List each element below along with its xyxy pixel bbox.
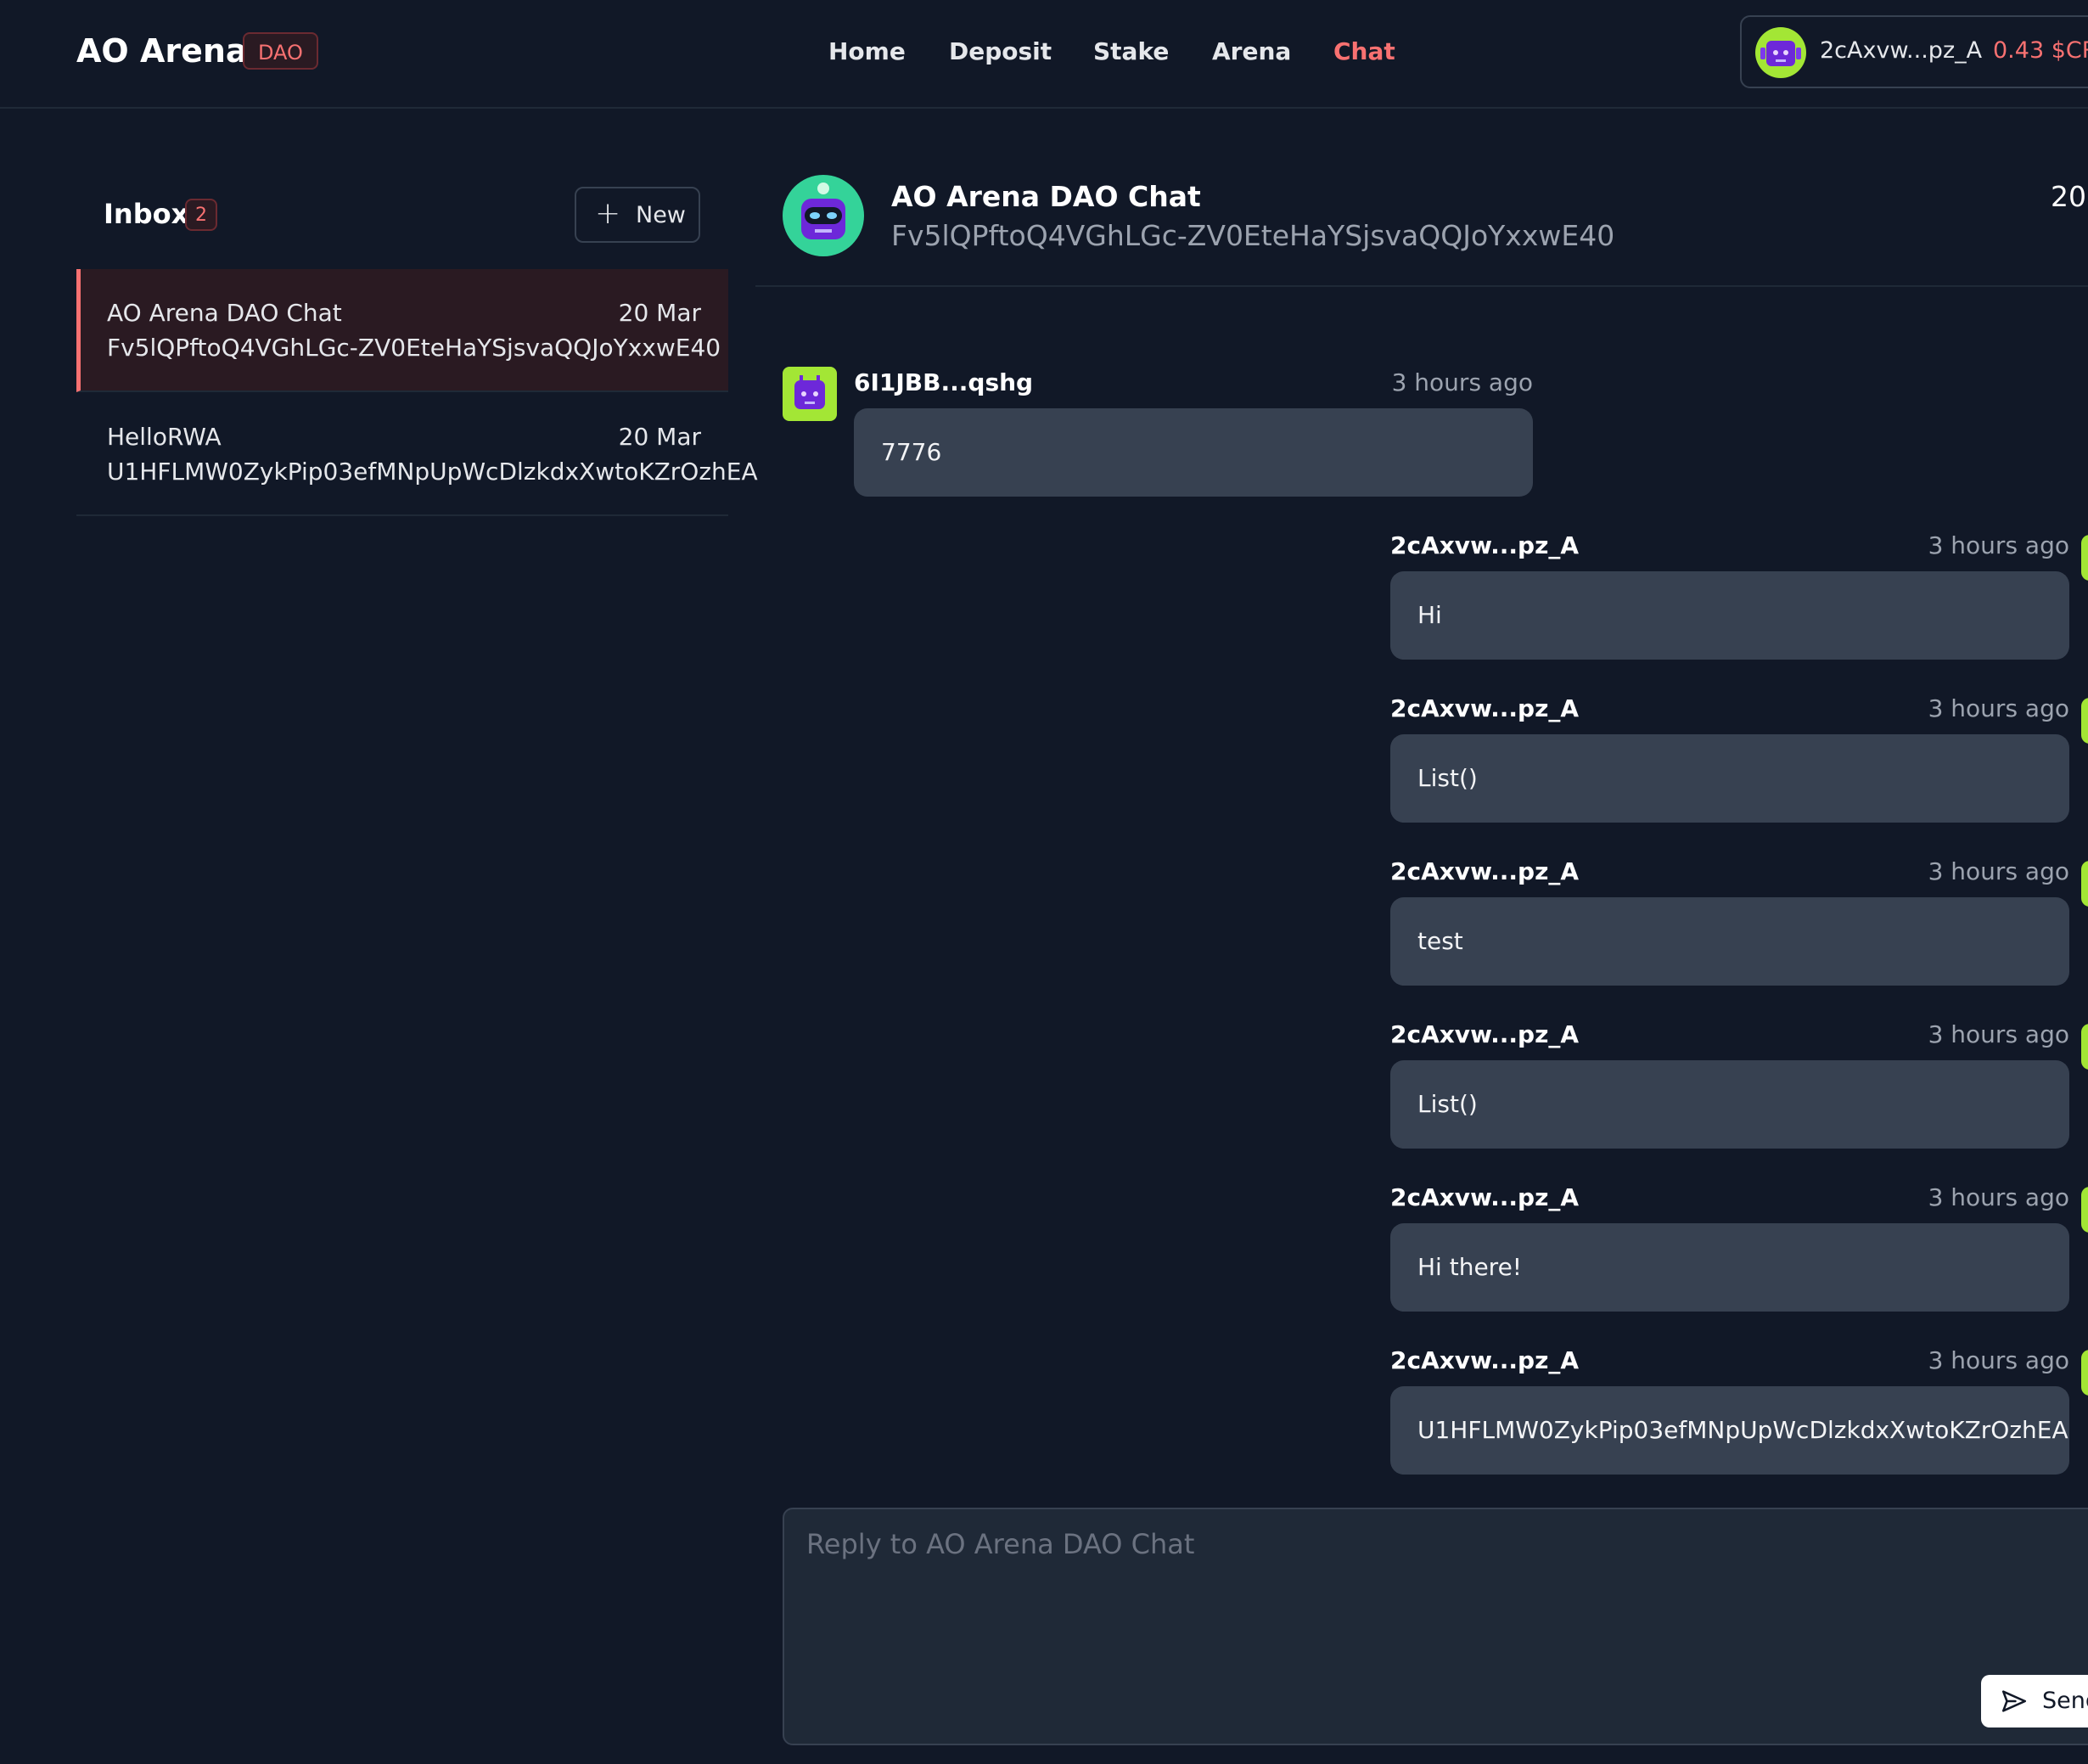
message-bubble: List() [1390, 734, 2069, 823]
send-label: Send [2042, 1688, 2088, 1714]
chat-item-id: U1HFLMW0ZykPip03efMNpUpWcDlzkdxXwtoKZrOz… [107, 458, 758, 486]
chat-header: AO Arena DAO Chat Fv5lQPftoQ4VGhLGc-ZV0E… [755, 170, 2088, 287]
message-bubble: 7776 [854, 408, 1533, 497]
self-avatar-icon [2081, 698, 2088, 744]
nav-arena[interactable]: Arena [1212, 37, 1291, 65]
message-sender: 2cAxvw...pz_A [1390, 531, 1580, 559]
message-time: 3 hours ago [1391, 368, 1533, 396]
nav-chat[interactable]: Chat [1333, 37, 1395, 65]
dao-badge: DAO [243, 32, 318, 70]
new-chat-button[interactable]: + New [575, 187, 700, 243]
send-button[interactable]: Send [1981, 1675, 2088, 1727]
message-time: 3 hours ago [1928, 1020, 2069, 1048]
message-time: 3 hours ago [1928, 1183, 2069, 1211]
chat-item-date: 20 Mar [618, 299, 701, 327]
message-sender: 2cAxvw...pz_A [1390, 857, 1580, 885]
chat-avatar-icon [783, 175, 864, 256]
nav-deposit[interactable]: Deposit [949, 37, 1052, 65]
message-sender: 6I1JBB...qshg [854, 368, 1034, 396]
chat-process-id: Fv5lQPftoQ4VGhLGc-ZV0EteHaYSjsvaQQJoYxxw… [891, 219, 1615, 252]
chat-list-item[interactable]: AO Arena DAO Chat 20 Mar Fv5lQPftoQ4VGhL… [76, 269, 728, 392]
self-avatar-icon [2081, 1350, 2088, 1396]
message-sender: 2cAxvw...pz_A [1390, 1020, 1580, 1048]
wallet-avatar-icon [1755, 27, 1806, 78]
chat-item-name: AO Arena DAO Chat [107, 299, 342, 327]
chat-date: 20 [2051, 180, 2086, 213]
message-bubble: U1HFLMW0ZykPip03efMNpUpWcDlzkdxXwtoKZrOz… [1390, 1386, 2069, 1475]
brand-logo[interactable]: AO Arena [76, 32, 248, 70]
nav-home[interactable]: Home [828, 37, 906, 65]
chat-item-id: Fv5lQPftoQ4VGhLGc-ZV0EteHaYSjsvaQQJoYxxw… [107, 334, 721, 362]
message-time: 3 hours ago [1928, 694, 2069, 722]
self-avatar-icon [2081, 535, 2088, 581]
reply-input[interactable] [784, 1509, 2088, 1744]
message-bubble: Hi there! [1390, 1223, 2069, 1312]
chat-list-item[interactable]: HelloRWA 20 Mar U1HFLMW0ZykPip03efMNpUpW… [76, 393, 758, 516]
self-avatar-icon [2081, 1187, 2088, 1233]
message-time: 3 hours ago [1928, 1346, 2069, 1374]
wallet-balance: 0.43 $CR [1993, 37, 2088, 64]
message-time: 3 hours ago [1928, 857, 2069, 885]
message-time: 3 hours ago [1928, 531, 2069, 559]
message-bubble: test [1390, 897, 2069, 986]
message-bubble: Hi [1390, 571, 2069, 660]
inbox-count-badge: 2 [185, 199, 217, 231]
self-avatar-icon [2081, 861, 2088, 907]
message-sender: 2cAxvw...pz_A [1390, 1183, 1580, 1211]
wallet-button[interactable]: 2cAxvw...pz_A 0.43 $CR [1740, 15, 2088, 88]
new-chat-label: New [636, 202, 686, 228]
chat-title: AO Arena DAO Chat [891, 180, 1201, 213]
sender-avatar-icon [783, 367, 837, 421]
message-sender: 2cAxvw...pz_A [1390, 694, 1580, 722]
self-avatar-icon [2081, 1024, 2088, 1070]
chat-item-name: HelloRWA [107, 423, 222, 451]
inbox-title: Inbox [104, 198, 189, 230]
chat-item-date: 20 Mar [618, 423, 701, 451]
send-icon [2001, 1690, 2027, 1712]
message-sender: 2cAxvw...pz_A [1390, 1346, 1580, 1374]
wallet-address: 2cAxvw...pz_A [1820, 37, 1983, 64]
message-bubble: List() [1390, 1060, 2069, 1149]
reply-box [783, 1508, 2088, 1745]
nav-stake[interactable]: Stake [1093, 37, 1169, 65]
plus-icon: + [595, 196, 621, 231]
